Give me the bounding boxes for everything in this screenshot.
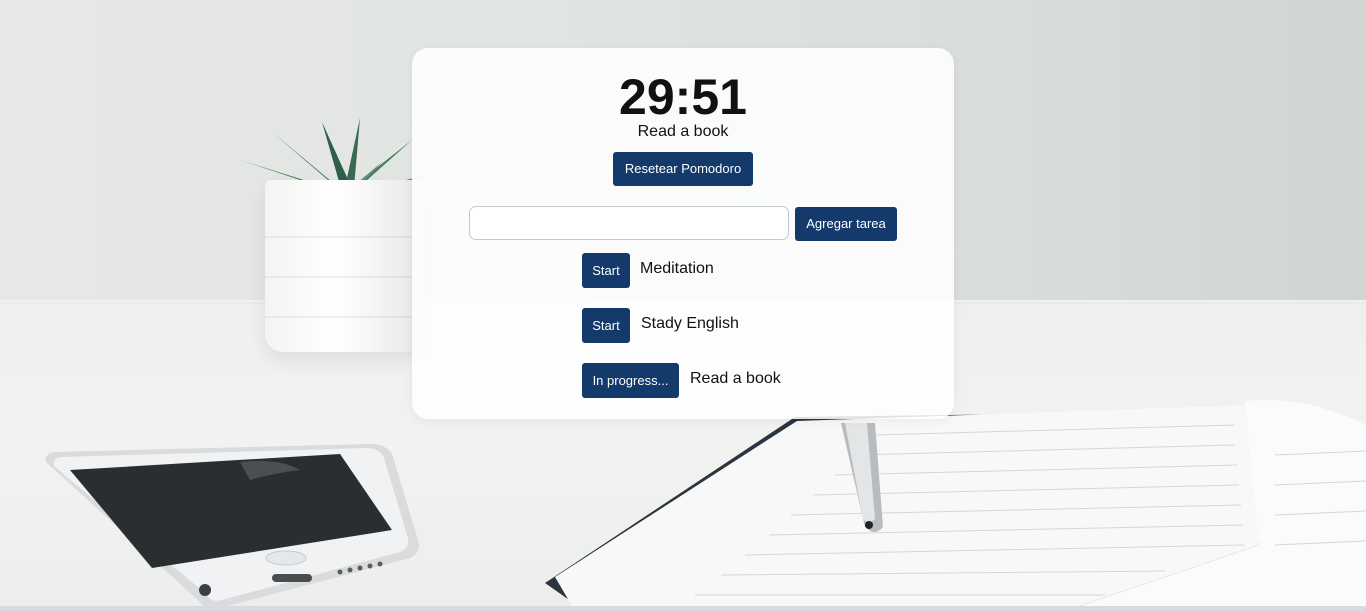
reset-pomodoro-button[interactable]: Resetear Pomodoro [613,152,753,186]
task-start-button[interactable]: Start [582,308,630,343]
smartphone-icon [45,444,420,610]
task-start-button[interactable]: Start [582,253,630,288]
add-task-button[interactable]: Agregar tarea [795,207,897,241]
floor-strip [0,606,1366,611]
task-name: Read a book [690,370,781,387]
pomodoro-card: 29:51 Read a book Resetear Pomodoro Agre… [412,48,954,419]
pot-ring [265,236,425,238]
task-name: Meditation [640,260,714,277]
pot-ring [265,316,425,318]
timer-display: 29:51 [619,69,747,125]
pot-ring [265,276,425,278]
notebook-icon [545,400,1366,611]
task-in-progress-button[interactable]: In progress... [582,363,679,398]
plant-pot [265,180,425,352]
task-name: Stady English [641,315,739,332]
new-task-input[interactable] [469,206,789,240]
current-task-label: Read a book [637,123,729,140]
